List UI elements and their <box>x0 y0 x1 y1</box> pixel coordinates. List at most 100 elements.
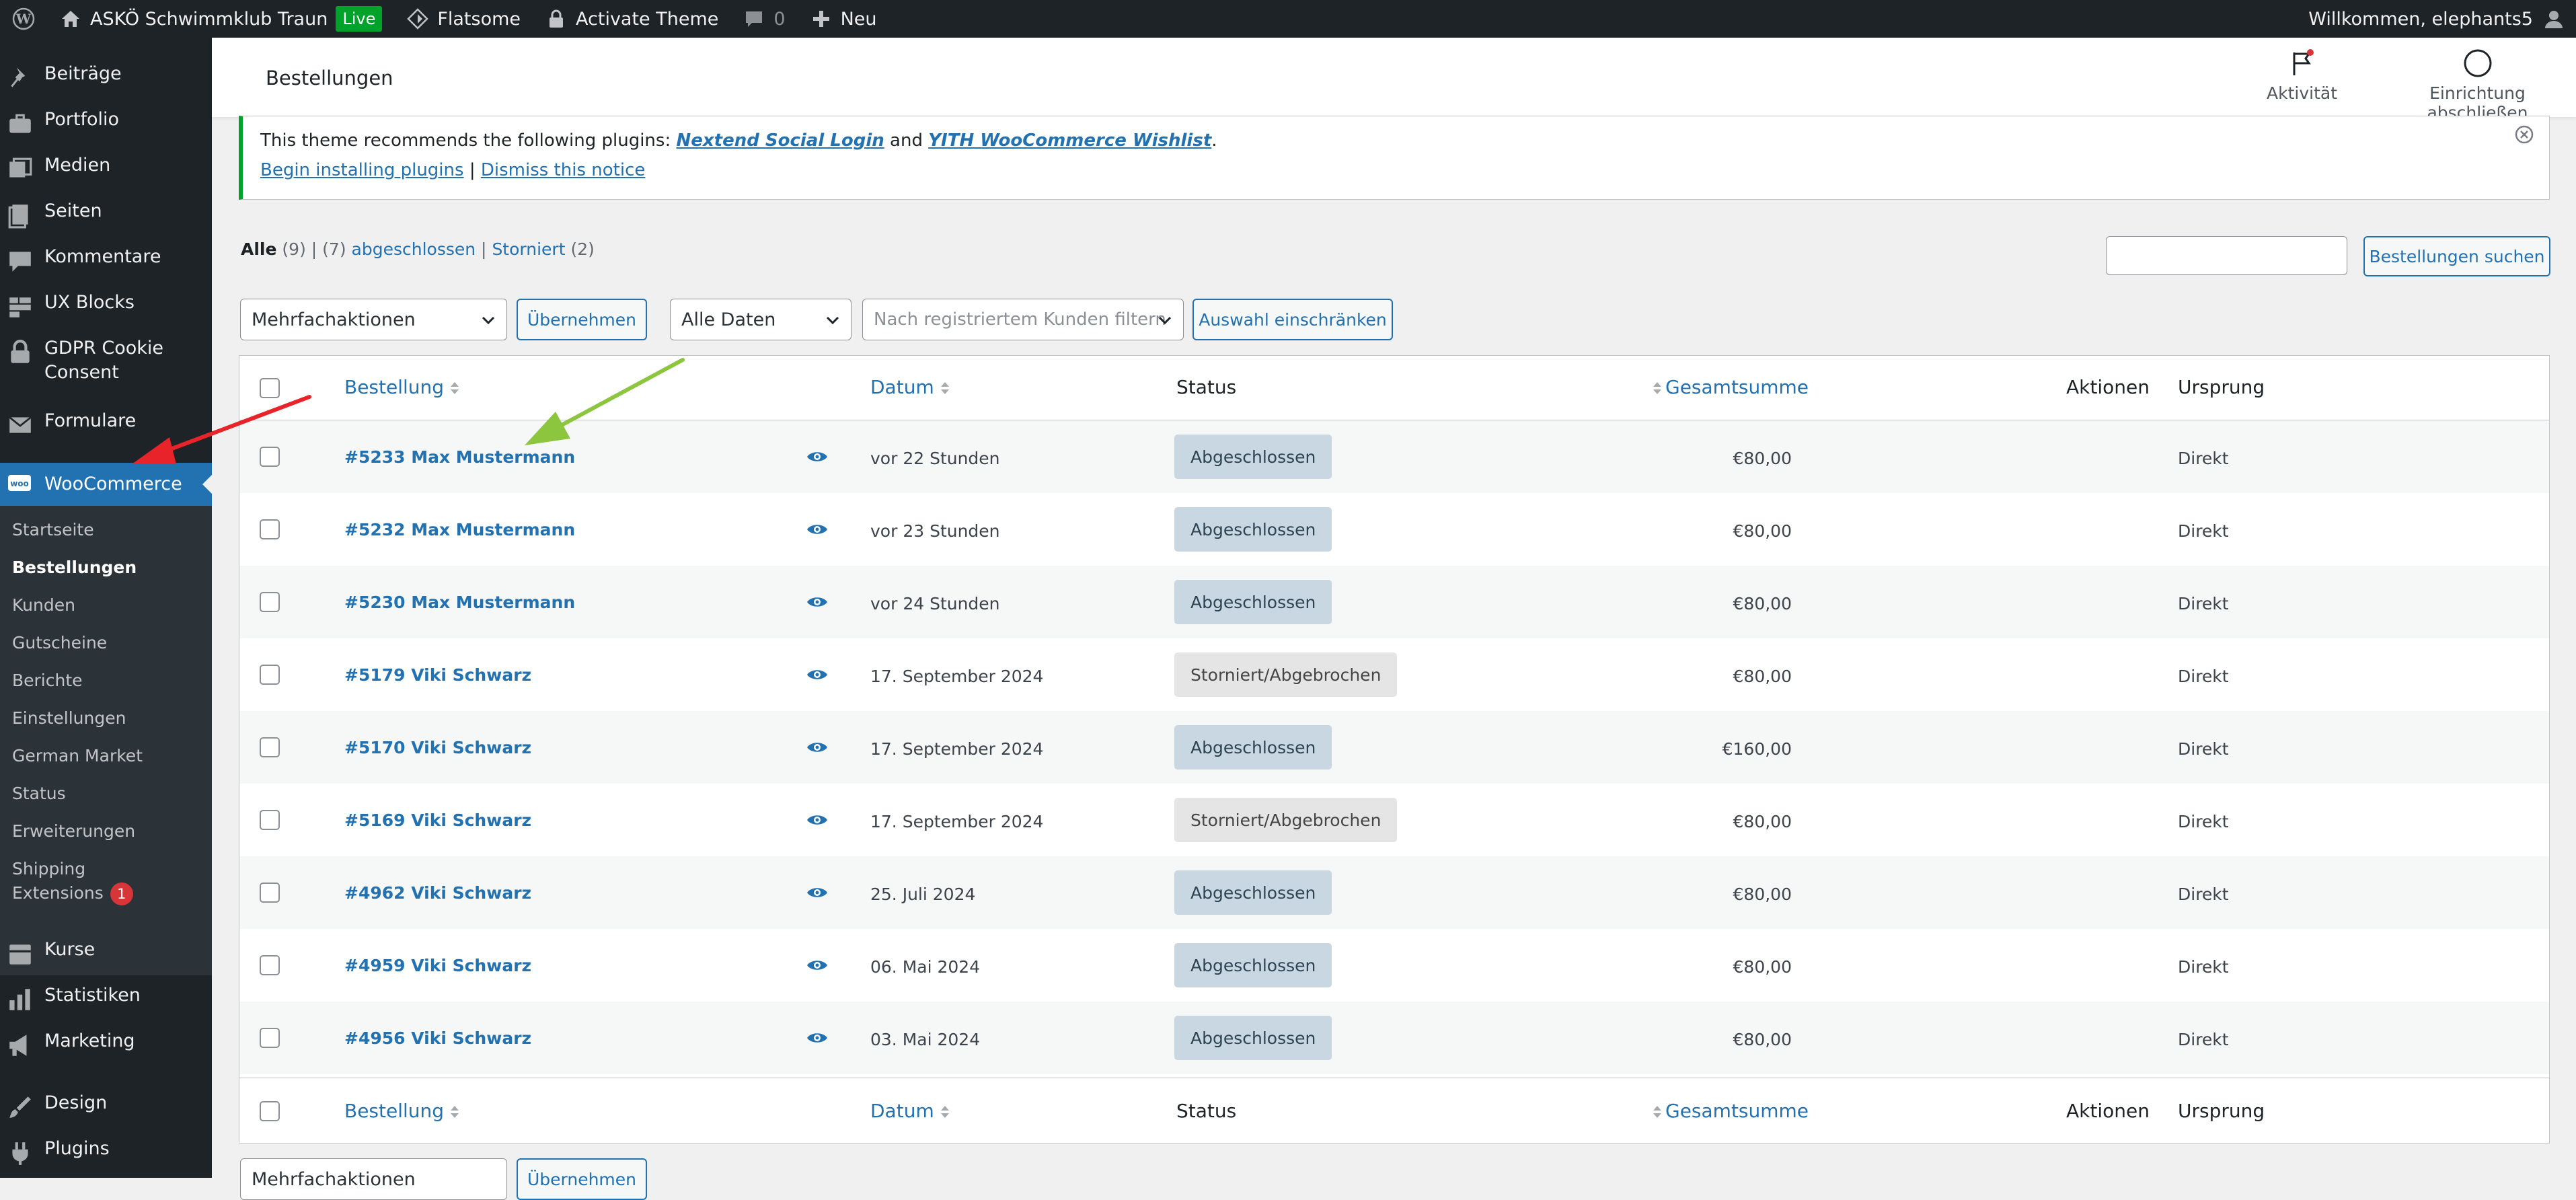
eye-icon[interactable] <box>806 522 829 537</box>
eye-icon[interactable] <box>806 449 829 464</box>
table-footer-row: Bestellung Datum Status Gesamtsumme Akti… <box>239 1078 2549 1143</box>
dismiss-notice-link[interactable]: Dismiss this notice <box>481 160 646 180</box>
row-checkbox[interactable] <box>260 665 280 685</box>
site-name-menu[interactable]: ASKÖ Schwimmklub Traun Live <box>47 0 394 38</box>
sidebar-item-formulare[interactable]: Formulare <box>0 409 212 447</box>
sidebar-item-kurse[interactable]: Kurse <box>0 938 212 975</box>
eye-icon[interactable] <box>806 740 829 755</box>
filter-button[interactable]: Auswahl einschränken <box>1192 299 1393 340</box>
filter-completed[interactable]: abgeschlossen <box>352 239 476 259</box>
sidebar-item-label: GDPR Cookie Consent <box>44 338 163 383</box>
row-checkbox[interactable] <box>260 955 280 975</box>
column-order-header[interactable]: Bestellung <box>344 376 460 398</box>
order-link[interactable]: #5169 Viki Schwarz <box>344 811 531 830</box>
order-link[interactable]: #5179 Viki Schwarz <box>344 665 531 685</box>
eye-icon[interactable] <box>806 813 829 827</box>
order-link[interactable]: #4956 Viki Schwarz <box>344 1028 531 1048</box>
column-total-header[interactable]: Gesamtsumme <box>1652 376 1809 398</box>
select-all-checkbox-footer[interactable] <box>260 1101 280 1121</box>
submenu-item-berichte[interactable]: Berichte <box>0 669 202 693</box>
row-checkbox[interactable] <box>260 810 280 830</box>
eye-icon[interactable] <box>806 1030 829 1045</box>
submenu-item-status[interactable]: Status <box>0 782 202 806</box>
sidebar-item-kommentare[interactable]: Kommentare <box>0 245 212 283</box>
new-content-menu[interactable]: Neu <box>798 0 889 38</box>
sidebar-item-statistiken[interactable]: Statistiken <box>0 983 212 1021</box>
table-row[interactable]: #5230 Max Mustermann vor 24 Stunden Abgesc… <box>239 566 2549 638</box>
order-total: €80,00 <box>1733 667 1792 686</box>
sidebar-item-plugins[interactable]: Plugins <box>0 1137 212 1174</box>
filter-all[interactable]: Alle <box>241 239 276 259</box>
sidebar-item-label: Kommentare <box>44 246 161 267</box>
order-link[interactable]: #5233 Max Mustermann <box>344 447 575 467</box>
column-total-footer[interactable]: Gesamtsumme <box>1652 1100 1809 1122</box>
activity-button[interactable]: Aktivität <box>2267 48 2337 103</box>
customer-filter-select[interactable]: Nach registriertem Kunden filtern <box>862 299 1184 340</box>
order-search-input[interactable] <box>2106 236 2347 275</box>
table-row[interactable]: #5169 Viki Schwarz 17. September 2024 Stor… <box>239 784 2549 856</box>
wordpress-logo-menu[interactable]: W <box>0 0 47 38</box>
eye-icon[interactable] <box>806 595 829 609</box>
setup-button[interactable]: Einrichtung abschließen <box>2379 48 2576 122</box>
order-link[interactable]: #5170 Viki Schwarz <box>344 738 531 757</box>
submenu-item-label: Startseite <box>12 520 94 539</box>
close-circle-icon[interactable] <box>2513 123 2536 146</box>
sidebar-item-medien[interactable]: Medien <box>0 153 212 191</box>
bulk-actions-select[interactable]: Mehrfachaktionen <box>240 299 507 340</box>
sidebar-item-woocommerce[interactable]: woo WooCommerce <box>0 463 212 506</box>
table-row[interactable]: #4959 Viki Schwarz 06. Mai 2024 Abgeschlos… <box>239 929 2549 1002</box>
order-link[interactable]: #4959 Viki Schwarz <box>344 956 531 975</box>
column-date-footer[interactable]: Datum <box>870 1100 950 1122</box>
sidebar-item-seiten[interactable]: Seiten <box>0 199 212 237</box>
submenu-item-einstellungen[interactable]: Einstellungen <box>0 706 202 730</box>
table-row[interactable]: #5233 Max Mustermann vor 22 Stunden Abgesc… <box>239 420 2549 493</box>
sidebar-item-marketing[interactable]: Marketing <box>0 1029 212 1067</box>
activate-theme-link[interactable]: Activate Theme <box>533 0 730 38</box>
eye-icon[interactable] <box>806 885 829 900</box>
order-link[interactable]: #5230 Max Mustermann <box>344 593 575 612</box>
table-row[interactable]: #5232 Max Mustermann vor 23 Stunden Abgesc… <box>239 493 2549 566</box>
dates-select[interactable]: Alle Daten <box>670 299 851 340</box>
eye-icon[interactable] <box>806 667 829 682</box>
submenu-item-kunden[interactable]: Kunden <box>0 593 202 617</box>
table-row[interactable]: #4962 Viki Schwarz 25. Juli 2024 Abgeschlo… <box>239 856 2549 929</box>
comments-menu[interactable]: 0 <box>730 0 797 38</box>
order-link[interactable]: #5232 Max Mustermann <box>344 520 575 539</box>
account-menu[interactable]: Willkommen, elephants5 <box>2308 0 2576 38</box>
row-checkbox[interactable] <box>260 737 280 757</box>
submenu-item-shipping-extensions[interactable]: Shipping Extensions 1 <box>0 857 148 905</box>
apply-button[interactable]: Übernehmen <box>517 299 647 340</box>
sidebar-item-portfolio[interactable]: Portfolio <box>0 108 212 145</box>
column-order-footer[interactable]: Bestellung <box>344 1100 460 1122</box>
row-checkbox[interactable] <box>260 1028 280 1048</box>
install-plugins-link[interactable]: Begin installing plugins <box>260 160 464 180</box>
column-date-header[interactable]: Datum <box>870 376 950 398</box>
search-orders-button[interactable]: Bestellungen suchen <box>2363 236 2550 276</box>
plugin-link-nextend[interactable]: Nextend Social Login <box>676 130 884 151</box>
order-total: €80,00 <box>1733 885 1792 904</box>
filter-cancelled[interactable]: Storniert <box>492 239 565 259</box>
row-checkbox[interactable] <box>260 592 280 612</box>
row-checkbox[interactable] <box>260 883 280 903</box>
row-checkbox[interactable] <box>260 447 280 467</box>
eye-icon[interactable] <box>806 958 829 973</box>
sidebar-item-gdpr-cookie-consent[interactable]: GDPR Cookie Consent <box>0 336 212 397</box>
row-checkbox[interactable] <box>260 519 280 539</box>
table-row[interactable]: #5170 Viki Schwarz 17. September 2024 Abge… <box>239 711 2549 784</box>
apply-button-bottom[interactable]: Übernehmen <box>517 1158 647 1200</box>
submenu-item-bestellungen[interactable]: Bestellungen <box>0 556 202 580</box>
sidebar-item-beitr-ge[interactable]: Beiträge <box>0 62 212 100</box>
select-all-checkbox[interactable] <box>260 378 280 398</box>
submenu-item-erweiterungen[interactable]: Erweiterungen <box>0 819 202 843</box>
bulk-actions-select-bottom[interactable]: Mehrfachaktionen <box>240 1158 507 1200</box>
plugin-link-yith[interactable]: YITH WooCommerce Wishlist <box>928 130 1211 151</box>
flatsome-menu[interactable]: Flatsome <box>394 0 533 38</box>
sidebar-item-design[interactable]: Design <box>0 1091 212 1129</box>
sidebar-item-ux-blocks[interactable]: UX Blocks <box>0 291 212 328</box>
table-row[interactable]: #5179 Viki Schwarz 17. September 2024 Stor… <box>239 638 2549 711</box>
submenu-item-startseite[interactable]: Startseite <box>0 518 202 542</box>
order-link[interactable]: #4962 Viki Schwarz <box>344 883 531 903</box>
submenu-item-german-market[interactable]: German Market <box>0 744 202 768</box>
submenu-item-gutscheine[interactable]: Gutscheine <box>0 631 202 655</box>
table-row[interactable]: #4956 Viki Schwarz 03. Mai 2024 Abgeschlos… <box>239 1002 2549 1074</box>
